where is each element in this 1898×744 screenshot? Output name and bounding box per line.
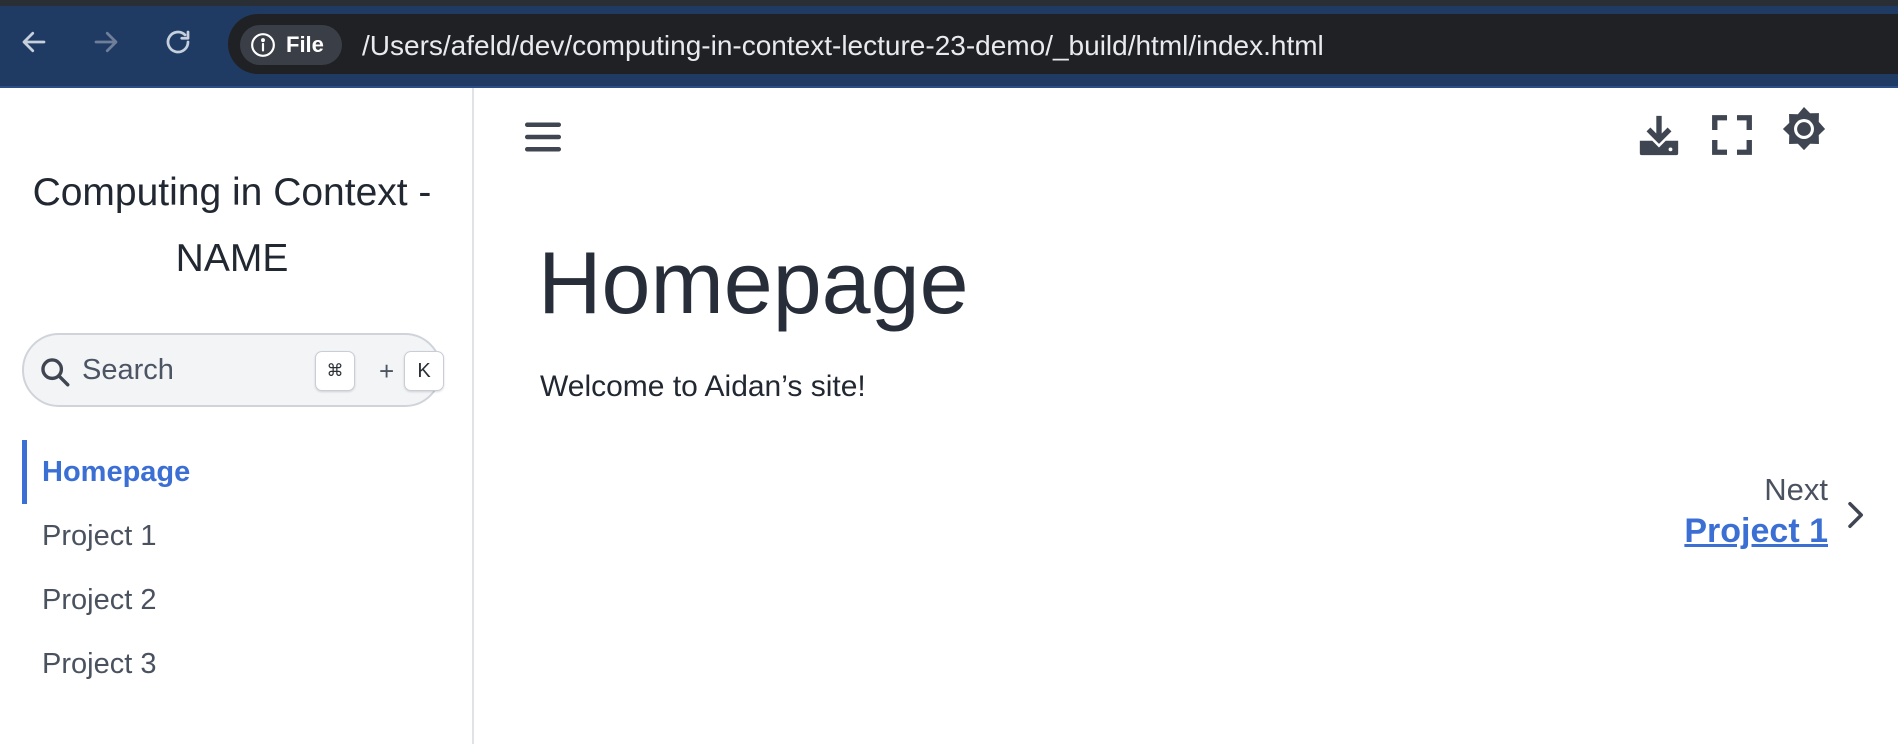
- chevron-right-icon[interactable]: [1840, 500, 1870, 530]
- sidebar-item-homepage[interactable]: Homepage: [22, 440, 452, 504]
- sidebar: Computing in Context - NAME Search ⌘ + K…: [0, 88, 474, 744]
- arrow-left-icon: [22, 31, 46, 53]
- fullscreen-icon[interactable]: [1709, 112, 1755, 158]
- next-page-nav[interactable]: Next Project 1: [1684, 472, 1828, 551]
- shortcut-k-key: K: [404, 351, 444, 391]
- theme-toggle-icon[interactable]: [1781, 106, 1827, 152]
- address-bar[interactable]: File /Users/afeld/dev/computing-in-conte…: [228, 14, 1898, 74]
- search-icon: [41, 358, 70, 387]
- browser-toolbar: File /Users/afeld/dev/computing-in-conte…: [0, 0, 1898, 88]
- shortcut-plus: +: [379, 356, 395, 386]
- back-button[interactable]: [12, 20, 56, 64]
- welcome-text: Welcome to Aidan’s site!: [540, 370, 866, 403]
- file-chip-label: File: [286, 32, 324, 57]
- site-info-chip[interactable]: File: [240, 25, 342, 65]
- hamburger-icon[interactable]: [522, 116, 564, 158]
- shortcut-modifier-key: ⌘: [315, 351, 355, 391]
- sidebar-item-project-2[interactable]: Project 2: [22, 568, 452, 632]
- arrow-right-icon: [94, 31, 118, 53]
- page-title: Homepage: [538, 233, 969, 332]
- info-icon: [251, 33, 275, 57]
- sidebar-item-project-3[interactable]: Project 3: [22, 632, 452, 696]
- site-title[interactable]: Computing in Context - NAME: [10, 160, 454, 292]
- sidebar-nav: Homepage Project 1 Project 2 Project 3: [22, 440, 452, 696]
- url-text[interactable]: /Users/afeld/dev/computing-in-context-le…: [362, 30, 1324, 62]
- next-page-link[interactable]: Project 1: [1684, 512, 1828, 551]
- sidebar-item-project-1[interactable]: Project 1: [22, 504, 452, 568]
- reload-button[interactable]: [156, 20, 200, 64]
- search-button[interactable]: Search ⌘ + K: [22, 333, 444, 407]
- forward-button[interactable]: [84, 20, 128, 64]
- main-content: Homepage Welcome to Aidan’s site! Next P…: [476, 88, 1898, 744]
- next-label: Next: [1764, 472, 1828, 507]
- download-icon[interactable]: [1636, 112, 1682, 158]
- search-label: Search: [82, 354, 174, 386]
- reload-icon: [166, 30, 190, 54]
